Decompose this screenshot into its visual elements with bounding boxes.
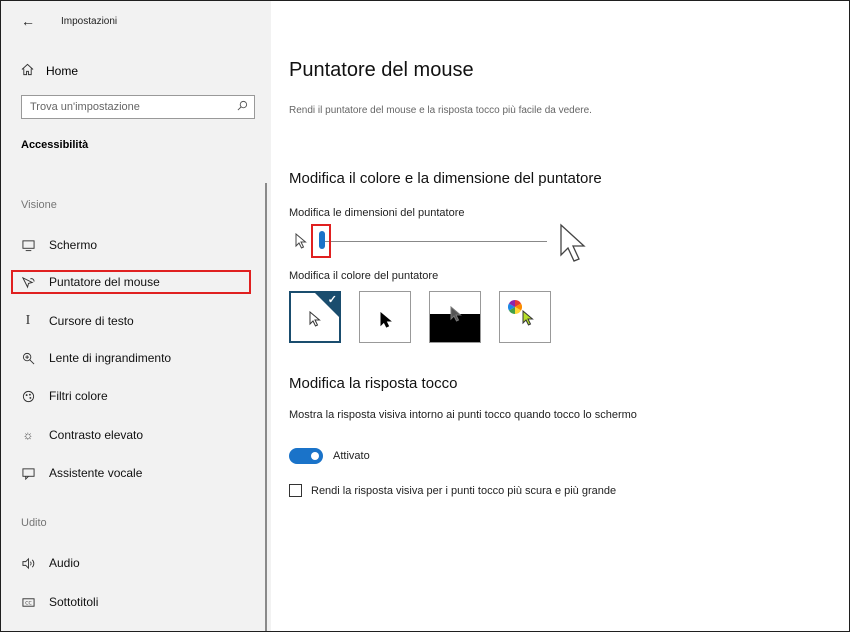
settings-window: ← Impostazioni Home Accessibilità Vision… xyxy=(0,0,850,632)
sidebar-item-label: Filtri colore xyxy=(49,389,108,403)
sidebar-item-label: Audio xyxy=(49,556,80,570)
titlebar: ← Impostazioni xyxy=(21,11,117,31)
pointer-size-label: Modifica le dimensioni del puntatore xyxy=(289,207,465,219)
sidebar-item-contrasto-elevato[interactable]: ☼ Contrasto elevato xyxy=(21,425,144,445)
custom-pointer-icon xyxy=(522,310,534,326)
color-option-inverted[interactable] xyxy=(429,291,481,343)
contrast-icon: ☼ xyxy=(22,428,34,442)
monitor-icon xyxy=(21,238,35,252)
page-description: Rendi il puntatore del mouse e la rispos… xyxy=(289,105,592,116)
slider-track[interactable] xyxy=(319,241,547,242)
page-title: Puntatore del mouse xyxy=(289,59,474,81)
home-link[interactable]: Home xyxy=(21,63,78,79)
search-icon[interactable] xyxy=(237,98,248,116)
color-filter-icon xyxy=(21,389,35,403)
black-pointer-icon xyxy=(380,312,392,328)
toggle-knob xyxy=(311,452,319,460)
sidebar-item-sottotitoli[interactable]: CC Sottotitoli xyxy=(21,592,98,612)
large-cursor-icon xyxy=(559,223,587,268)
touch-section-heading: Modifica la risposta tocco xyxy=(289,375,458,392)
magnifier-icon xyxy=(21,351,35,365)
section-label-visione: Visione xyxy=(21,199,57,211)
color-option-white[interactable]: ✓ xyxy=(289,291,341,343)
section-label-udito: Udito xyxy=(21,517,47,529)
home-icon xyxy=(21,63,34,79)
darker-feedback-label: Rendi la risposta visiva per i punti toc… xyxy=(311,484,617,497)
color-wheel-icon xyxy=(508,300,522,314)
pointer-color-label: Modifica il colore del puntatore xyxy=(289,270,439,282)
captions-icon: CC xyxy=(21,595,35,609)
sidebar-item-label: Schermo xyxy=(49,238,98,252)
window-title: Impostazioni xyxy=(61,15,118,27)
search-box xyxy=(21,95,255,119)
sidebar-item-schermo[interactable]: Schermo xyxy=(21,235,97,255)
inverted-pointer-icon xyxy=(450,306,462,322)
home-label: Home xyxy=(46,64,79,78)
sidebar-item-lente-di-ingrandimento[interactable]: Lente di ingrandimento xyxy=(21,348,171,368)
sidebar-item-label: Assistente vocale xyxy=(49,466,143,480)
sidebar-item-label: Contrasto elevato xyxy=(49,428,144,442)
darker-feedback-checkbox[interactable] xyxy=(289,484,302,497)
touch-feedback-label: Mostra la risposta visiva intorno ai pun… xyxy=(289,409,637,421)
pointer-size-slider[interactable] xyxy=(289,223,609,269)
white-pointer-icon xyxy=(309,311,321,327)
sidebar-item-label: Puntatore del mouse xyxy=(49,275,160,289)
slider-thumb[interactable] xyxy=(319,231,325,249)
mouse-pointer-icon xyxy=(21,275,35,289)
narrator-icon xyxy=(21,466,35,480)
sidebar-item-label: Sottotitoli xyxy=(49,595,99,609)
toggle-state-label: Attivato xyxy=(333,450,370,462)
sidebar-item-assistente-vocale[interactable]: Assistente vocale xyxy=(21,463,142,483)
sidebar-item-puntatore-del-mouse[interactable]: Puntatore del mouse xyxy=(11,270,251,294)
text-cursor-icon: I xyxy=(25,313,31,328)
sidebar-item-audio[interactable]: Audio xyxy=(21,553,80,573)
pointer-color-options: ✓ xyxy=(289,291,551,343)
sidebar-item-cursore-di-testo[interactable]: I Cursore di testo xyxy=(21,311,134,331)
pointer-section-heading: Modifica il colore e la dimensione del p… xyxy=(289,170,602,187)
small-cursor-icon xyxy=(295,232,307,254)
touch-feedback-toggle-row: Attivato xyxy=(289,448,370,464)
checkmark-icon: ✓ xyxy=(327,294,337,306)
search-input[interactable] xyxy=(30,101,230,113)
darker-feedback-row: Rendi la risposta visiva per i punti toc… xyxy=(289,484,616,497)
sidebar: ← Impostazioni Home Accessibilità Vision… xyxy=(1,1,271,631)
speaker-icon xyxy=(21,556,35,570)
sidebar-item-filtri-colore[interactable]: Filtri colore xyxy=(21,386,108,406)
color-option-custom[interactable] xyxy=(499,291,551,343)
touch-feedback-toggle[interactable] xyxy=(289,448,323,464)
back-arrow-icon[interactable]: ← xyxy=(21,13,41,29)
sidebar-item-label: Cursore di testo xyxy=(49,314,134,328)
svg-text:CC: CC xyxy=(25,600,31,606)
category-title: Accessibilità xyxy=(21,139,89,151)
scrollbar[interactable] xyxy=(265,183,267,631)
color-option-black[interactable] xyxy=(359,291,411,343)
sidebar-item-label: Lente di ingrandimento xyxy=(49,351,172,365)
